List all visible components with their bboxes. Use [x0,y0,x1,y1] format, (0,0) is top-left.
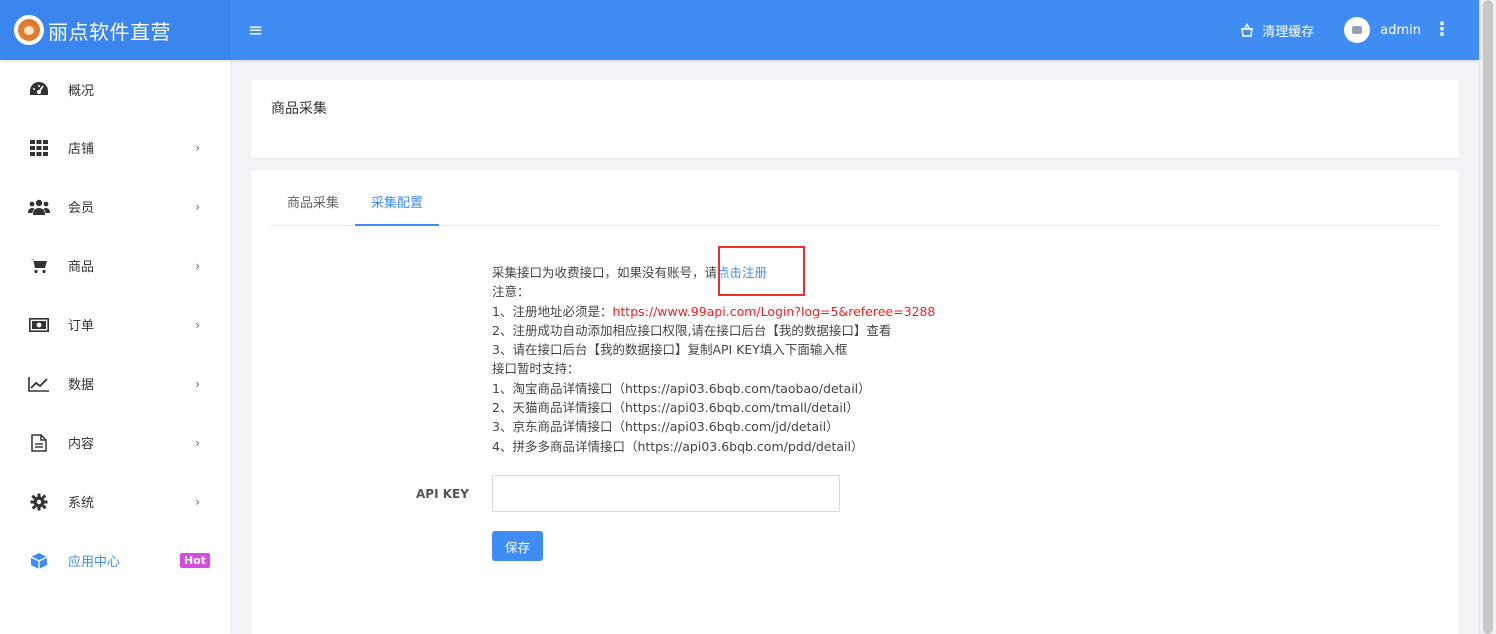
sidebar-item-overview[interactable]: 概况 [0,60,230,118]
sidebar-item-label: 订单 [68,319,95,334]
sidebar-item-shop[interactable]: 店铺 › [0,118,230,177]
sidebar-item-label: 应用中心 [68,555,121,570]
sidebar-item-label: 会员 [68,201,95,216]
users-icon [28,197,50,217]
brand-name: 丽点软件直营 [48,19,171,44]
collect-notice: 采集接口为收费接口，如果没有账号，请点击注册 注意： 1、注册地址必须是：htt… [492,263,935,456]
basket-icon [1241,23,1254,37]
api-key-row: API KEY [416,475,840,512]
notice-line: 接口暂时支持： [492,361,580,377]
notice-line: 3、请在接口后台【我的数据接口】复制API KEY填入下面输入框 [492,342,848,358]
brand-logo [14,15,44,45]
notice-line: 1、注册地址必须是：https://www.99api.com/Login?lo… [492,302,935,321]
cube-icon [28,551,50,571]
tab-bar: 商品采集 采集配置 [271,187,1438,226]
more-vertical-icon[interactable]: ⋮ [1433,21,1451,39]
sidebar-item-label: 系统 [68,496,95,511]
chevron-right-icon: › [195,494,200,509]
sidebar-item-data[interactable]: 数据 › [0,354,230,413]
tab-goods-collect[interactable]: 商品采集 [271,187,355,226]
sidebar-item-members[interactable]: 会员 › [0,177,230,236]
chevron-right-icon: › [195,140,200,155]
clear-cache-button[interactable]: 清理缓存 [1240,21,1314,40]
content-card: 商品采集 采集配置 采集接口为收费接口，如果没有账号，请点击注册 注意： 1、注… [251,171,1459,634]
chevron-right-icon: › [195,258,200,273]
gear-icon [28,492,50,512]
notice-line: 2、天猫商品详情接口（https://api03.6bqb.com/tmall/… [492,400,859,416]
document-icon [28,433,50,453]
register-link[interactable]: 点击注册 [717,265,767,280]
chevron-right-icon: › [195,376,200,391]
top-bar: 丽点软件直营 ≡ 清理缓存 admin ⋮ [0,0,1479,60]
sidebar-item-orders[interactable]: 订单 › [0,295,230,354]
sidebar-item-label: 店铺 [68,142,95,157]
chevron-right-icon: › [195,199,200,214]
register-url: https://www.99api.com/Login?log=5&refere… [612,303,936,319]
notice-line: 注意： [492,284,530,300]
sidebar: 概况 店铺 › 会员 › 商品 › 订单 › 数据 › 内容 › 系统 › 应用… [0,60,230,634]
tab-collect-config[interactable]: 采集配置 [355,187,440,226]
user-menu[interactable]: admin ⋮ [1344,17,1451,43]
notice-line: 4、拼多多商品详情接口（https://api03.6bqb.com/pdd/d… [492,438,864,454]
avatar [1344,17,1371,43]
money-icon [28,315,50,335]
brand[interactable]: 丽点软件直营 [0,0,230,60]
save-button[interactable]: 保存 [492,531,543,561]
chevron-right-icon: › [195,317,200,332]
scrollbar-thumb[interactable] [1483,0,1493,634]
sidebar-item-label: 数据 [68,378,95,393]
dashboard-icon [28,79,50,99]
api-key-input[interactable] [492,475,840,512]
sidebar-item-label: 商品 [68,260,95,275]
notice-line: 1、淘宝商品详情接口（https://api03.6bqb.com/taobao… [492,380,871,396]
menu-toggle-icon[interactable]: ≡ [248,20,263,41]
page-header-card: 商品采集 [251,80,1459,158]
chevron-right-icon: › [195,435,200,450]
notice-line: 3、京东商品详情接口（https://api03.6bqb.com/jd/det… [492,419,839,435]
page-title: 商品采集 [271,101,327,117]
scrollbar[interactable] [1479,0,1496,634]
cart-icon [28,256,50,276]
sidebar-item-app-center[interactable]: 应用中心 Hot [0,531,230,590]
username: admin [1380,22,1421,38]
sidebar-item-label: 概况 [68,83,95,99]
grid-icon [28,138,50,158]
sidebar-item-label: 内容 [68,437,95,452]
notice-line: 2、注册成功自动添加相应接口权限,请在接口后台【我的数据接口】查看 [492,322,892,338]
sidebar-item-goods[interactable]: 商品 › [0,236,230,295]
sidebar-item-content[interactable]: 内容 › [0,413,230,472]
notice-text: 采集接口为收费接口，如果没有账号，请 [492,265,718,280]
chart-icon [28,374,50,394]
clear-cache-label: 清理缓存 [1262,24,1315,40]
notice-text: 1、注册地址必须是： [492,303,613,319]
api-key-label: API KEY [416,486,469,501]
sidebar-item-system[interactable]: 系统 › [0,472,230,531]
notice-line: 采集接口为收费接口，如果没有账号，请点击注册 [492,263,935,282]
hot-badge: Hot [179,553,210,568]
